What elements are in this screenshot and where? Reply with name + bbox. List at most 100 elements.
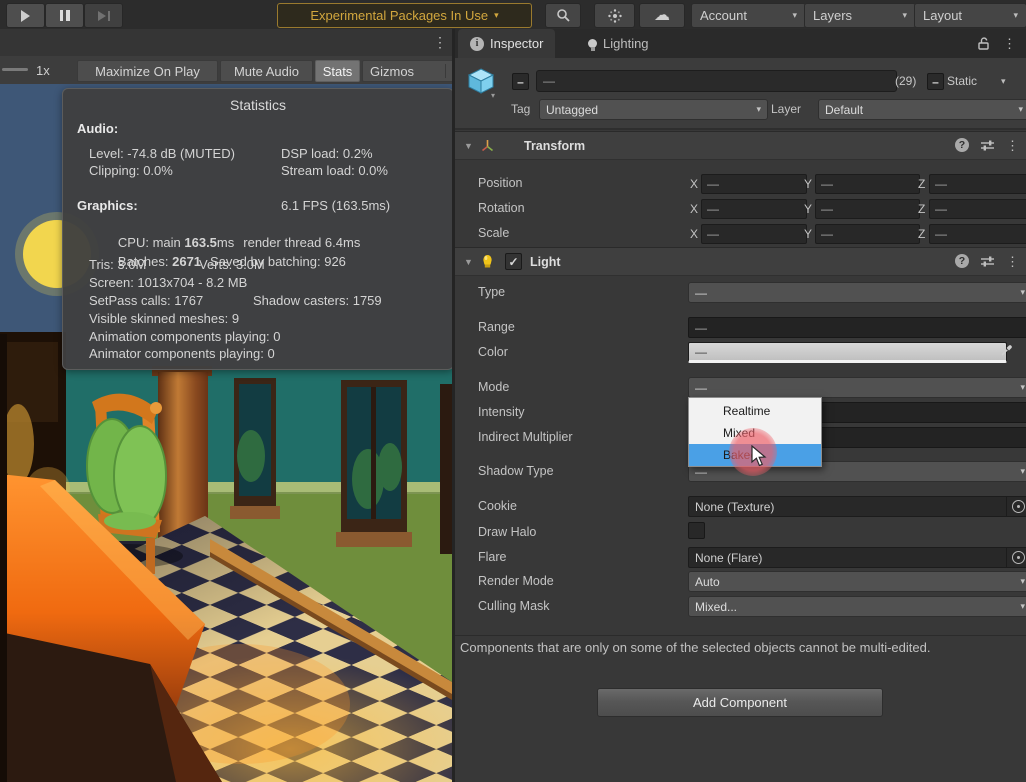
axis-x-label: X	[690, 227, 698, 241]
intensity-label: Intensity	[478, 405, 525, 419]
kebab-menu-icon[interactable]: ⋮	[433, 35, 447, 49]
screen-value: Screen: 1013x704 - 8.2 MB	[89, 275, 247, 290]
range-field[interactable]: —	[688, 317, 1026, 338]
render-mode-label: Render Mode	[478, 574, 554, 588]
search-icon	[556, 8, 571, 23]
play-button[interactable]	[6, 3, 45, 28]
search-button[interactable]	[545, 3, 581, 28]
chevron-down-icon: ▾	[494, 11, 499, 20]
chevron-down-icon: ▾	[756, 104, 761, 115]
chevron-down-icon: ▾	[1013, 10, 1018, 21]
rotation-z-field[interactable]: —	[929, 199, 1026, 219]
scale-label: Scale	[478, 226, 509, 240]
position-z-field[interactable]: —	[929, 174, 1026, 194]
foldout-arrow-icon[interactable]: ▼	[464, 141, 473, 151]
graphics-header: Graphics:	[77, 198, 138, 213]
help-icon[interactable]: ?	[955, 138, 969, 152]
scale-y-field[interactable]: —	[815, 224, 920, 244]
position-y-field[interactable]: —	[815, 174, 920, 194]
rotation-y-field[interactable]: —	[815, 199, 920, 219]
culling-mask-dropdown[interactable]: Mixed...▾	[688, 596, 1026, 617]
chevron-down-icon[interactable]: ▾	[491, 91, 495, 100]
position-x-field[interactable]: —	[701, 174, 807, 194]
account-dropdown[interactable]: Account ▾	[691, 3, 806, 28]
color-swatch[interactable]: —	[688, 342, 1007, 363]
chevron-down-icon: ▾	[1020, 601, 1025, 612]
layers-dropdown[interactable]: Layers ▾	[804, 3, 916, 28]
tab-lighting[interactable]: Lighting	[576, 29, 661, 58]
rotation-x-field[interactable]: —	[701, 199, 807, 219]
play-icon	[21, 10, 30, 22]
progress-icon	[607, 8, 623, 24]
axis-z-label: Z	[918, 177, 925, 191]
cloud-collab-button[interactable]: ☁	[639, 3, 685, 28]
static-checkbox-mixed[interactable]: –	[927, 73, 944, 90]
static-dropdown-arrow[interactable]: ▾	[1001, 76, 1006, 87]
animator-components: Animator components playing: 0	[89, 346, 275, 361]
object-picker-icon[interactable]	[1012, 551, 1025, 564]
flare-object-field[interactable]: None (Flare)	[688, 547, 1026, 568]
color-label: Color	[478, 345, 508, 359]
axis-y-label: Y	[804, 227, 812, 241]
presets-icon[interactable]	[980, 255, 995, 268]
lock-icon[interactable]	[976, 36, 991, 51]
setpass-calls: SetPass calls: 1767	[89, 293, 203, 308]
maximize-on-play-button[interactable]: Maximize On Play	[77, 60, 218, 82]
gizmos-button[interactable]: Gizmos ▾	[362, 60, 466, 82]
layer-value: Default	[825, 103, 863, 117]
cookie-object-field[interactable]: None (Texture)	[688, 496, 1026, 517]
layer-dropdown[interactable]: Default ▾	[818, 99, 1026, 120]
light-enabled-checkbox[interactable]: ✓	[505, 253, 522, 270]
help-icon[interactable]: ?	[955, 254, 969, 268]
step-button[interactable]	[84, 3, 123, 28]
static-label: Static	[947, 74, 977, 88]
draw-halo-checkbox[interactable]	[688, 522, 705, 539]
presets-icon[interactable]	[980, 139, 995, 152]
light-header[interactable]: ▼ ✓ Light ? ⋮	[455, 247, 1026, 276]
pause-button[interactable]	[45, 3, 84, 28]
range-label: Range	[478, 320, 515, 334]
progress-button[interactable]	[594, 3, 635, 28]
add-component-button[interactable]: Add Component	[597, 688, 883, 717]
main-toolbar: Experimental Packages In Use ▾ ☁ Account…	[0, 0, 1026, 30]
mute-audio-button[interactable]: Mute Audio	[220, 60, 313, 82]
light-title: Light	[530, 255, 561, 269]
game-viewport[interactable]: Statistics Audio: Level: -74.8 dB (MUTED…	[0, 84, 452, 782]
active-checkbox-mixed[interactable]: –	[512, 73, 529, 90]
experimental-packages-button[interactable]: Experimental Packages In Use ▾	[277, 3, 532, 28]
eyedropper-icon[interactable]	[1000, 342, 1015, 357]
layout-label: Layout	[923, 8, 962, 23]
stats-button[interactable]: Stats	[315, 60, 360, 82]
transform-header[interactable]: ▼ Transform ? ⋮	[455, 131, 1026, 160]
scale-z-field[interactable]: —	[929, 224, 1026, 244]
tab-lighting-label: Lighting	[603, 36, 649, 51]
chevron-down-icon: ▾	[792, 10, 797, 21]
tag-dropdown[interactable]: Untagged ▾	[539, 99, 768, 120]
menu-item-realtime[interactable]: Realtime	[689, 400, 821, 422]
stats-label: Stats	[323, 64, 353, 79]
kebab-menu-icon[interactable]: ⋮	[1003, 37, 1016, 50]
render-mode-dropdown[interactable]: Auto▾	[688, 571, 1026, 592]
object-picker-icon[interactable]	[1012, 500, 1025, 513]
layout-dropdown[interactable]: Layout ▾	[914, 3, 1026, 28]
tab-inspector-label: Inspector	[490, 36, 543, 51]
scale-x-field[interactable]: —	[701, 224, 807, 244]
object-name-field[interactable]: —	[536, 70, 897, 92]
chevron-down-icon: ▾	[902, 10, 907, 21]
object-header: ▾ – — (29) – Static ▾ Tag Untagged ▾ Lay…	[455, 58, 1026, 130]
cloud-icon: ☁	[654, 8, 670, 24]
tab-inspector[interactable]: i Inspector	[458, 29, 555, 58]
scale-slider[interactable]	[2, 68, 28, 71]
kebab-menu-icon[interactable]: ⋮	[1006, 139, 1019, 152]
tag-label: Tag	[511, 102, 530, 116]
kebab-menu-icon[interactable]: ⋮	[1006, 255, 1019, 268]
type-dropdown[interactable]: —▾	[688, 282, 1026, 303]
transform-icon	[480, 138, 495, 153]
animation-components: Animation components playing: 0	[89, 329, 281, 344]
shadow-casters: Shadow casters: 1759	[253, 293, 382, 308]
chevron-down-icon: ▾	[1020, 382, 1025, 393]
mode-dropdown[interactable]: —▾	[688, 377, 1026, 398]
foldout-arrow-icon[interactable]: ▼	[464, 257, 473, 267]
selection-count: (29)	[895, 74, 916, 88]
audio-clipping: Clipping: 0.0%	[89, 163, 173, 178]
